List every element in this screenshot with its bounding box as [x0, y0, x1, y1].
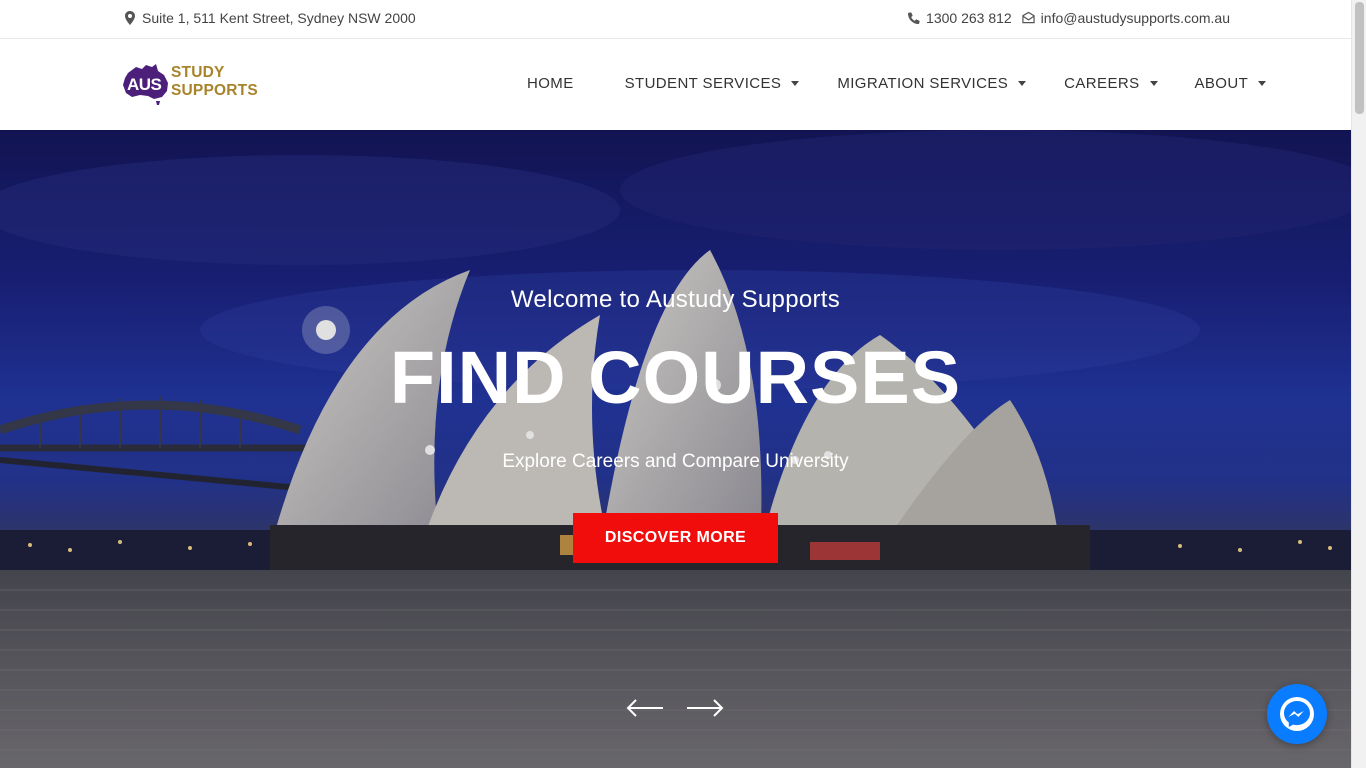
- messenger-chat-button[interactable]: [1267, 684, 1327, 744]
- arrow-left-icon[interactable]: [626, 698, 664, 718]
- nav-item-careers[interactable]: CAREERS: [1064, 75, 1158, 92]
- nav-item-label: MIGRATION SERVICES: [837, 75, 1009, 92]
- site-logo[interactable]: AUS STUDY SUPPORTS: [122, 63, 302, 107]
- messenger-icon: [1280, 697, 1314, 731]
- envelope-icon: [1021, 11, 1035, 24]
- phone-icon: [908, 12, 920, 25]
- nav-item-student-services[interactable]: STUDENT SERVICES: [625, 75, 800, 92]
- nav-item-label: ABOUT: [1194, 75, 1249, 92]
- sydney-opera-house-image: [0, 130, 1351, 768]
- phone-link[interactable]: 1300 263 812: [926, 10, 1012, 26]
- nav-item-label: STUDENT SERVICES: [624, 75, 782, 92]
- hero-title: FIND COURSES: [389, 336, 962, 419]
- hero-slider: Welcome to Austudy Supports FIND COURSES…: [0, 130, 1351, 768]
- caret-down-icon: [791, 81, 800, 86]
- nav-item-about[interactable]: ABOUT: [1195, 75, 1267, 92]
- logo-badge-text: AUS: [127, 75, 162, 94]
- nav-item-home[interactable]: HOME: [527, 75, 574, 92]
- contact-block: 1300 263 812 info@austudysupports.com.au: [908, 10, 1230, 26]
- arrow-right-icon[interactable]: [686, 698, 724, 718]
- main-navigation: HOME STUDENT SERVICES MIGRATION SERVICES…: [527, 75, 1267, 92]
- nav-item-migration-services[interactable]: MIGRATION SERVICES: [837, 75, 1027, 92]
- map-pin-icon: [125, 11, 135, 25]
- page-scrollbar[interactable]: [1351, 0, 1366, 768]
- nav-item-label: CAREERS: [1064, 75, 1140, 92]
- caret-down-icon: [1018, 81, 1027, 86]
- logo-text: STUDY SUPPORTS: [171, 64, 258, 99]
- caret-down-icon: [1149, 81, 1158, 86]
- hero-welcome-text: Welcome to Austudy Supports: [510, 286, 841, 313]
- site-header: AUS STUDY SUPPORTS HOME STUDENT SERVICES…: [0, 39, 1351, 130]
- discover-more-button[interactable]: DISCOVER MORE: [573, 513, 778, 563]
- nav-item-label: HOME: [527, 75, 574, 92]
- address-text: Suite 1, 511 Kent Street, Sydney NSW 200…: [142, 10, 416, 26]
- slider-arrows: [626, 698, 724, 718]
- caret-down-icon: [1258, 81, 1267, 86]
- top-info-bar: Suite 1, 511 Kent Street, Sydney NSW 200…: [0, 0, 1351, 39]
- hero-subtitle: Explore Careers and Compare University: [502, 451, 849, 472]
- australia-map-badge: AUS: [122, 63, 170, 107]
- page: Suite 1, 511 Kent Street, Sydney NSW 200…: [0, 0, 1351, 768]
- scrollbar-thumb[interactable]: [1355, 2, 1364, 114]
- email-link[interactable]: info@austudysupports.com.au: [1041, 10, 1230, 26]
- address-block: Suite 1, 511 Kent Street, Sydney NSW 200…: [124, 10, 416, 26]
